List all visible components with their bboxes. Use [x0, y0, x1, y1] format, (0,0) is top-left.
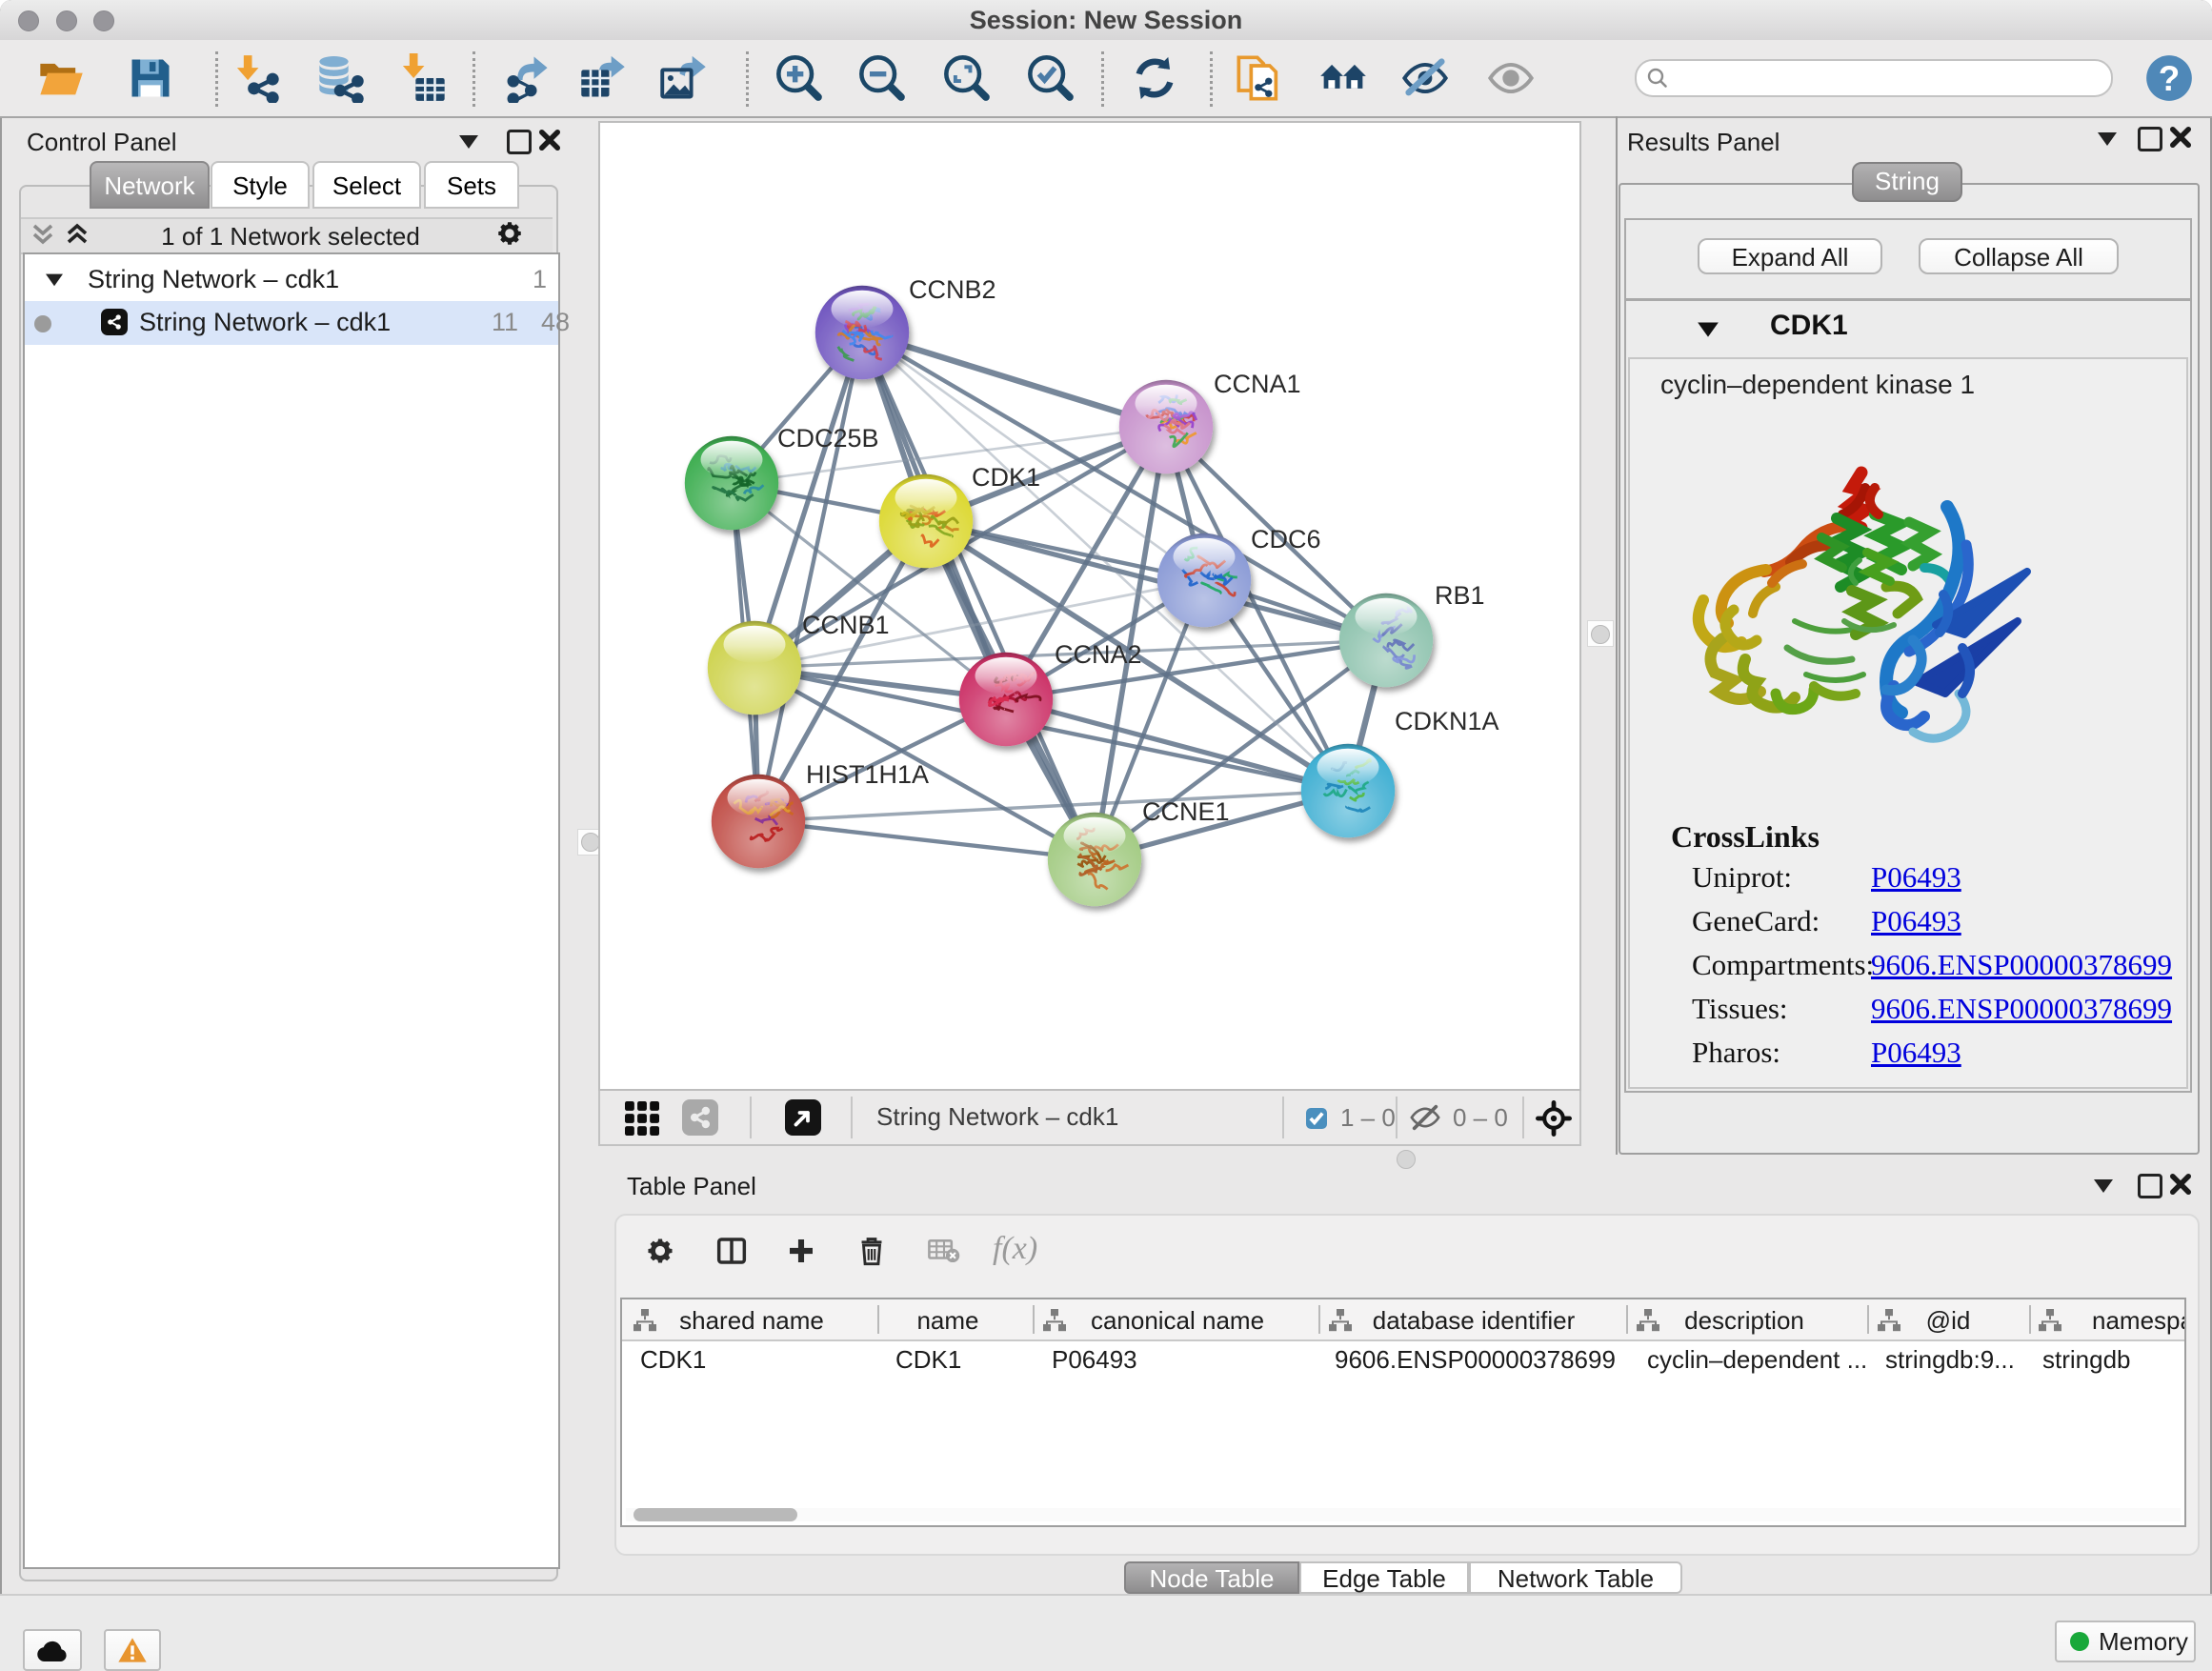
svg-text:CCNA1: CCNA1	[1214, 370, 1301, 398]
svg-text:RB1: RB1	[1435, 581, 1485, 610]
svg-text:CCNB2: CCNB2	[909, 275, 996, 304]
svg-text:?: ?	[2159, 59, 2181, 98]
svg-text:CDKN1A: CDKN1A	[1395, 707, 1499, 735]
svg-text:CCNB1: CCNB1	[802, 611, 890, 639]
svg-text:HIST1H1A: HIST1H1A	[806, 760, 929, 789]
svg-text:CDC25B: CDC25B	[777, 424, 879, 453]
svg-text:CDC6: CDC6	[1251, 525, 1321, 554]
svg-text:CCNE1: CCNE1	[1142, 797, 1230, 826]
svg-text:CCNA2: CCNA2	[1055, 640, 1142, 669]
svg-text:CDK1: CDK1	[972, 463, 1040, 492]
